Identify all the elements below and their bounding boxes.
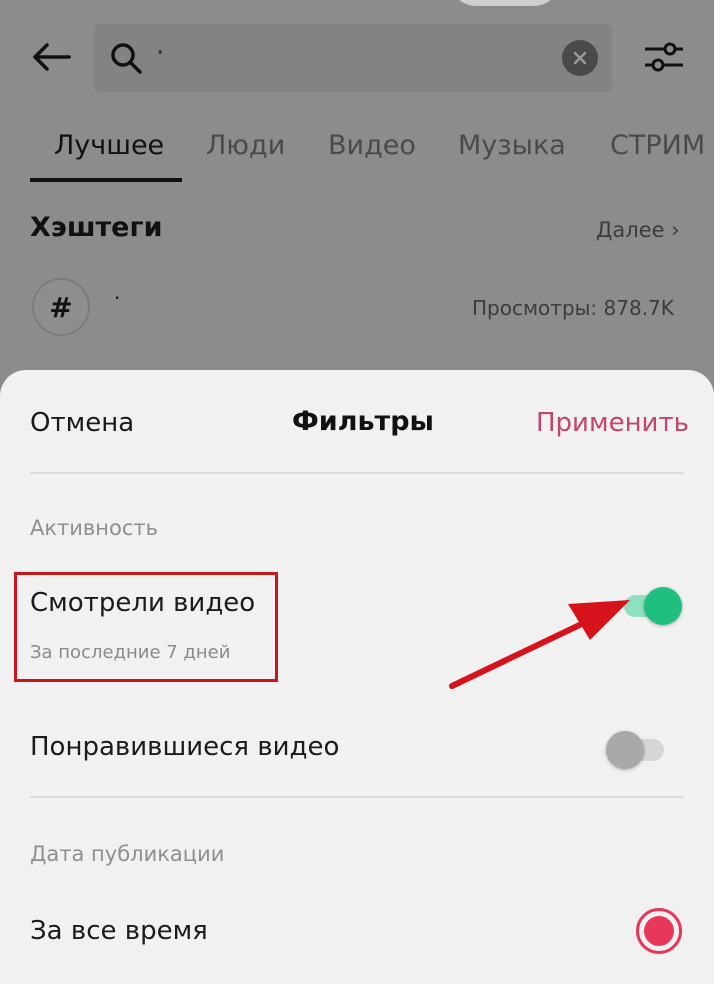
results-tabs: Лучшее Люди Видео Музыка СТРИМ: [0, 120, 714, 184]
sliders-icon: [645, 42, 683, 72]
hashtag-icon: #: [32, 278, 90, 336]
watched-videos-subtitle: За последние 7 дней: [30, 642, 231, 663]
search-input[interactable]: ·: [94, 24, 612, 92]
all-time-radio[interactable]: [636, 908, 682, 954]
hashtags-heading: Хэштеги: [30, 212, 163, 243]
sheet-header: Отмена Фильтры Применить: [0, 370, 714, 474]
more-link-label: Далее: [596, 218, 665, 242]
tab-music[interactable]: Музыка: [458, 130, 566, 161]
hashtags-more-link[interactable]: Далее ›: [596, 218, 680, 242]
tab-live[interactable]: СТРИМ: [610, 130, 705, 161]
activity-label: Активность: [30, 516, 159, 540]
divider: [30, 796, 684, 798]
hashtag-name[interactable]: ·: [114, 286, 120, 310]
sheet-title: Фильтры: [292, 406, 434, 437]
cancel-button[interactable]: Отмена: [30, 408, 134, 438]
back-button[interactable]: [26, 32, 76, 82]
chevron-right-icon: ›: [671, 218, 680, 242]
tab-best[interactable]: Лучшее: [54, 130, 164, 161]
toggle-knob: [644, 587, 682, 625]
apply-button[interactable]: Применить: [536, 408, 689, 438]
toggle-knob: [606, 731, 644, 769]
liked-videos-title: Понравившиеся видео: [30, 732, 340, 762]
active-tab-indicator: [30, 178, 182, 182]
search-icon: [111, 43, 142, 74]
tab-people[interactable]: Люди: [206, 130, 285, 161]
annotation-arrow-icon: [449, 600, 630, 689]
radio-selected-dot: [644, 916, 674, 946]
close-icon: [573, 51, 587, 65]
publication-date-label: Дата публикации: [30, 842, 225, 866]
tab-video[interactable]: Видео: [328, 130, 416, 161]
divider: [30, 472, 684, 474]
status-bar-fragment: [450, 0, 560, 6]
search-query: ·: [156, 38, 165, 68]
search-results-screen: · Лучшее Люди Видео Музыка СТРИМ Хэштеги…: [0, 0, 714, 380]
filter-button[interactable]: [636, 32, 692, 82]
arrow-left-icon: [33, 43, 71, 71]
hashtag-views: Просмотры: 878.7K: [472, 296, 674, 320]
watched-videos-title: Смотрели видео: [30, 588, 256, 618]
clear-search-button[interactable]: [562, 40, 598, 76]
all-time-option-label[interactable]: За все время: [30, 916, 208, 946]
